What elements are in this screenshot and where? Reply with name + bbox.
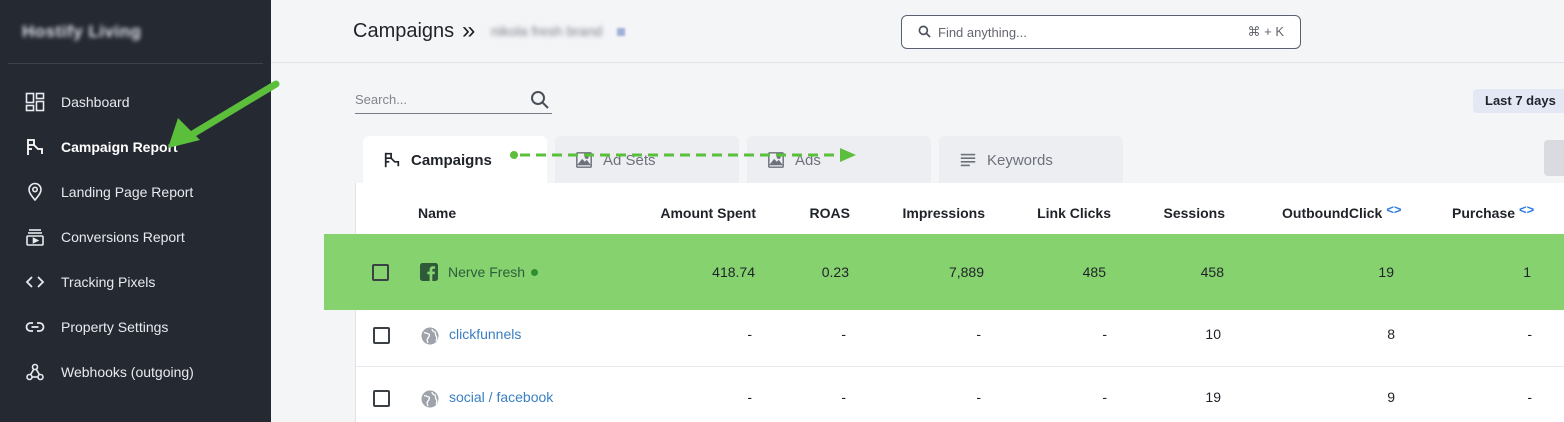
globe-icon — [421, 327, 439, 345]
cell-amount-spent: - — [747, 389, 752, 405]
image-icon — [766, 150, 786, 170]
sidebar-nav: Dashboard Campaign Report Landing Page R… — [0, 79, 271, 394]
custom-metric-icon: <> — [1386, 202, 1402, 217]
tab-keywords[interactable]: Keywords — [939, 136, 1123, 184]
cell-roas: 0.23 — [821, 264, 849, 280]
page-title[interactable]: Campaigns — [353, 20, 454, 43]
row-name-text: Nerve Fresh — [448, 264, 526, 280]
global-search-placeholder: Find anything... — [938, 25, 1027, 40]
cell-outbound-click: 19 — [1378, 264, 1394, 280]
column-header-sessions[interactable]: Sessions — [1164, 205, 1225, 221]
brand-name[interactable]: Hostify Living — [22, 22, 141, 42]
facebook-icon — [420, 263, 438, 281]
table-row: social / facebook - - - - 19 9 - — [356, 367, 1564, 422]
image-icon — [574, 150, 594, 170]
code-icon — [24, 271, 46, 293]
cell-roas: - — [841, 389, 846, 405]
top-header: Campaigns » nikola fresh brand Find anyt… — [271, 0, 1564, 63]
cell-outbound-click: 8 — [1387, 326, 1395, 342]
sidebar-divider — [8, 63, 263, 64]
cell-purchase: - — [1527, 389, 1532, 405]
link-icon — [24, 316, 46, 338]
campaign-flag-icon — [24, 136, 46, 158]
row-name-link[interactable]: Nerve Fresh — [448, 264, 539, 280]
tab-label: Ads — [795, 151, 821, 169]
search-icon[interactable] — [530, 90, 550, 115]
sidebar-item-label: Property Settings — [61, 318, 169, 335]
table-row-highlighted: Nerve Fresh 418.74 0.23 7,889 485 458 19… — [355, 234, 1564, 310]
search-icon — [918, 25, 931, 43]
tab-label: Ad Sets — [603, 151, 656, 169]
live-status-dot — [531, 269, 539, 276]
date-range-chip[interactable]: Last 7 days — [1473, 89, 1564, 113]
cell-impressions: - — [976, 389, 981, 405]
table-search-input[interactable]: Search... — [355, 88, 552, 114]
table-row: clickfunnels - - - - 10 8 - — [356, 304, 1564, 367]
breadcrumb-badge — [617, 28, 625, 36]
global-search-input[interactable]: Find anything... ⌘ + K — [901, 15, 1301, 49]
column-header-roas[interactable]: ROAS — [810, 205, 850, 221]
sidebar-item-label: Webhooks (outgoing) — [61, 363, 194, 380]
table-search-placeholder: Search... — [355, 92, 408, 107]
table-header: Name Amount Spent ROAS Impressions Link … — [356, 183, 1564, 241]
row-name-link[interactable]: clickfunnels — [449, 326, 521, 342]
tab-ad-sets[interactable]: Ad Sets — [555, 136, 739, 184]
tab-campaigns[interactable]: Campaigns — [363, 136, 547, 184]
cell-link-clicks: - — [1102, 389, 1107, 405]
sidebar-item-label: Landing Page Report — [61, 183, 194, 200]
sidebar-item-dashboard[interactable]: Dashboard — [0, 79, 271, 124]
tab-label: Keywords — [987, 151, 1053, 169]
column-header-label: OutboundClick — [1282, 205, 1383, 221]
sidebar-item-property-settings[interactable]: Property Settings — [0, 304, 271, 349]
lines-icon — [958, 150, 978, 170]
sidebar-item-label: Campaign Report — [61, 138, 178, 155]
cell-link-clicks: 485 — [1082, 264, 1106, 280]
row-name-link[interactable]: social / facebook — [449, 389, 553, 405]
column-header-impressions[interactable]: Impressions — [903, 205, 985, 221]
sidebar-item-label: Dashboard — [61, 93, 130, 110]
cell-outbound-click: 9 — [1387, 389, 1395, 405]
tab-label: Campaigns — [411, 151, 492, 169]
sidebar-item-label: Conversions Report — [61, 228, 185, 245]
row-checkbox[interactable] — [372, 264, 389, 281]
column-header-label: Purchase — [1452, 205, 1516, 221]
sidebar: Hostify Living Dashboard Campaign Report… — [0, 0, 271, 422]
columns-button[interactable] — [1544, 140, 1564, 176]
cell-sessions: 10 — [1205, 326, 1221, 342]
column-header-amount-spent[interactable]: Amount Spent — [660, 205, 756, 221]
column-header-link-clicks[interactable]: Link Clicks — [1037, 205, 1111, 221]
globe-icon — [421, 390, 439, 408]
cell-roas: - — [841, 326, 846, 342]
sidebar-item-campaign-report[interactable]: Campaign Report — [0, 124, 271, 169]
row-checkbox[interactable] — [373, 327, 390, 344]
conversions-icon — [24, 226, 46, 248]
breadcrumb-separator: » — [462, 17, 476, 44]
cell-sessions: 458 — [1200, 264, 1224, 280]
breadcrumb-current: nikola fresh brand — [491, 23, 603, 39]
keyboard-shortcut: ⌘ + K — [1247, 24, 1285, 39]
tab-ads[interactable]: Ads — [747, 136, 931, 184]
sidebar-item-label: Tracking Pixels — [61, 273, 156, 290]
dashboard-icon — [24, 91, 46, 113]
column-header-name[interactable]: Name — [418, 205, 456, 221]
location-pin-icon — [24, 181, 46, 203]
cell-amount-spent: - — [747, 326, 752, 342]
sidebar-item-landing-page-report[interactable]: Landing Page Report — [0, 169, 271, 214]
cell-impressions: - — [976, 326, 981, 342]
cell-purchase: 1 — [1523, 264, 1531, 280]
cell-amount-spent: 418.74 — [712, 264, 755, 280]
cell-impressions: 7,889 — [948, 264, 984, 280]
sidebar-item-conversions-report[interactable]: Conversions Report — [0, 214, 271, 259]
cell-purchase: - — [1527, 326, 1532, 342]
column-header-outbound-click[interactable]: OutboundClick <> — [1282, 202, 1402, 221]
custom-metric-icon: <> — [1519, 202, 1535, 217]
cell-sessions: 19 — [1205, 389, 1221, 405]
sidebar-item-tracking-pixels[interactable]: Tracking Pixels — [0, 259, 271, 304]
cell-link-clicks: - — [1102, 326, 1107, 342]
campaign-flag-icon — [382, 150, 402, 170]
column-header-purchase[interactable]: Purchase <> — [1452, 202, 1535, 221]
webhook-icon — [24, 361, 46, 383]
sidebar-item-webhooks[interactable]: Webhooks (outgoing) — [0, 349, 271, 394]
row-checkbox[interactable] — [373, 390, 390, 407]
